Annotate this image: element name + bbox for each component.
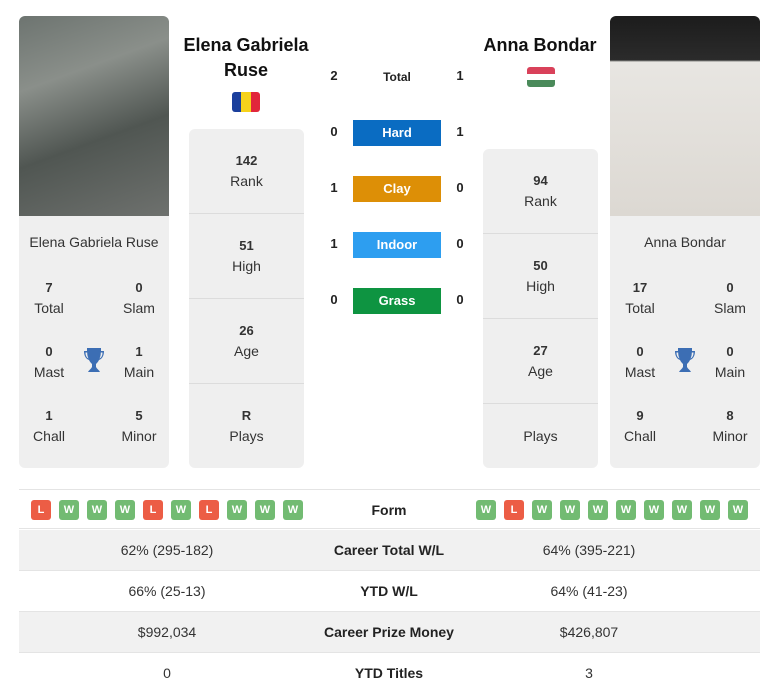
h2h-clay-p1: 1 (330, 180, 338, 195)
form-badge-win[interactable]: W (532, 500, 552, 520)
p2-slam-titles: 0 Slam (714, 280, 746, 316)
form-row: LWWWLWLWWW Form WLWWWWWWWW (19, 489, 760, 529)
p2-ytd-titles: 3 (585, 665, 593, 681)
form-badge-win[interactable]: W (560, 500, 580, 520)
player2-name[interactable]: Anna Bondar (470, 33, 610, 58)
p1-chall-titles: 1 Chall (33, 408, 65, 444)
p2-high: 50 High (526, 258, 555, 294)
p2-career-wl: 64% (395-221) (542, 542, 636, 558)
p1-minor-titles: 5 Minor (121, 408, 157, 444)
career-wl-row: 62% (295-182) Career Total W/L 64% (395-… (19, 530, 760, 571)
form-badge-win[interactable]: W (616, 500, 636, 520)
p2-mast-titles: 0 Mast (624, 344, 656, 380)
p1-plays: R Plays (229, 408, 264, 444)
form-badge-win[interactable]: W (171, 500, 191, 520)
p2-total-titles: 17 Total (625, 280, 655, 316)
player2-photo (610, 16, 760, 216)
h2h-clay-p2: 0 (456, 180, 464, 195)
form-badge-win[interactable]: W (672, 500, 692, 520)
surface-grass-button[interactable]: Grass (353, 288, 441, 314)
ytd-titles-label: YTD Titles (354, 665, 424, 681)
p1-slam-titles: 0 Slam (123, 280, 155, 316)
surface-indoor-button[interactable]: Indoor (353, 232, 441, 258)
surface-clay-button[interactable]: Clay (353, 176, 441, 202)
p1-ytd-wl: 66% (25-13) (128, 583, 206, 599)
p1-career-wl: 62% (295-182) (120, 542, 214, 558)
ytd-wl-row: 66% (25-13) YTD W/L 64% (41-23) (19, 571, 760, 612)
form-badge-win[interactable]: W (588, 500, 608, 520)
p2-ytd-wl: 64% (41-23) (550, 583, 628, 599)
h2h-indoor-p2: 0 (456, 236, 464, 251)
form-badge-loss[interactable]: L (31, 500, 51, 520)
form-badge-win[interactable]: W (227, 500, 247, 520)
h2h-hard-p2: 1 (456, 124, 464, 139)
ytd-wl-label: YTD W/L (360, 583, 418, 599)
p1-high: 51 High (232, 238, 261, 274)
h2h-hard-p1: 0 (330, 124, 338, 139)
form-label: Form (371, 502, 407, 518)
h2h-grass-p2: 0 (456, 292, 464, 307)
surface-hard-button[interactable]: Hard (353, 120, 441, 146)
prize-money-label: Career Prize Money (324, 624, 454, 640)
player1-name-small[interactable]: Elena Gabriela Ruse (19, 234, 169, 250)
h2h-total-p2: 1 (456, 68, 464, 83)
p1-total-titles: 7 Total (34, 280, 64, 316)
trophy-icon (84, 348, 104, 372)
form-badge-win[interactable]: W (476, 500, 496, 520)
form-badge-loss[interactable]: L (143, 500, 163, 520)
prize-money-row: $992,034 Career Prize Money $426,807 (19, 612, 760, 653)
player1-name[interactable]: Elena Gabriela Ruse (176, 33, 316, 83)
form-badge-win[interactable]: W (115, 500, 135, 520)
p1-main-titles: 1 Main (123, 344, 155, 380)
form-badge-win[interactable]: W (255, 500, 275, 520)
player1-titles-card: Elena Gabriela Ruse 7 Total 0 Slam 0 Mast 1… (19, 216, 169, 468)
p2-prize-money: $426,807 (559, 624, 619, 640)
form-badge-loss[interactable]: L (199, 500, 219, 520)
p1-ytd-titles: 0 (163, 665, 171, 681)
career-wl-label: Career Total W/L (333, 542, 445, 558)
h2h-total-p1: 2 (330, 68, 338, 83)
h2h-indoor-p1: 1 (330, 236, 338, 251)
form-badge-win[interactable]: W (700, 500, 720, 520)
p1-mast-titles: 0 Mast (33, 344, 65, 380)
p1-rank: 142 Rank (230, 153, 263, 189)
h2h-grass-p1: 0 (330, 292, 338, 307)
p2-main-titles: 0 Main (714, 344, 746, 380)
player1-ranking-panel: 142 Rank 51 High 26 Age R Plays (189, 129, 304, 468)
player2-titles-card: Anna Bondar 17 Total 0 Slam 0 Mast 0 Main 9C… (610, 216, 760, 468)
form-badge-win[interactable]: W (87, 500, 107, 520)
trophy-icon (675, 348, 695, 372)
h2h-total-label: Total (383, 70, 411, 84)
p2-minor-titles: 8 Minor (712, 408, 748, 444)
hungary-flag-icon (527, 67, 555, 87)
p2-age: 27 Age (528, 343, 553, 379)
player2-ranking-panel: 94 Rank 50 High 27 Age Plays (483, 149, 598, 468)
player1-photo (19, 16, 169, 216)
form-badge-win[interactable]: W (644, 500, 664, 520)
ytd-titles-row: 0 YTD Titles 3 (19, 653, 760, 694)
form-badge-loss[interactable]: L (504, 500, 524, 520)
romania-flag-icon (232, 92, 260, 112)
player2-name-small[interactable]: Anna Bondar (610, 234, 760, 250)
form-badge-win[interactable]: W (283, 500, 303, 520)
form-badge-win[interactable]: W (728, 500, 748, 520)
form-badge-win[interactable]: W (59, 500, 79, 520)
p2-rank: 94 Rank (524, 173, 557, 209)
p2-chall-titles: 9 Chall (624, 408, 656, 444)
p1-age: 26 Age (234, 323, 259, 359)
p1-prize-money: $992,034 (137, 624, 197, 640)
